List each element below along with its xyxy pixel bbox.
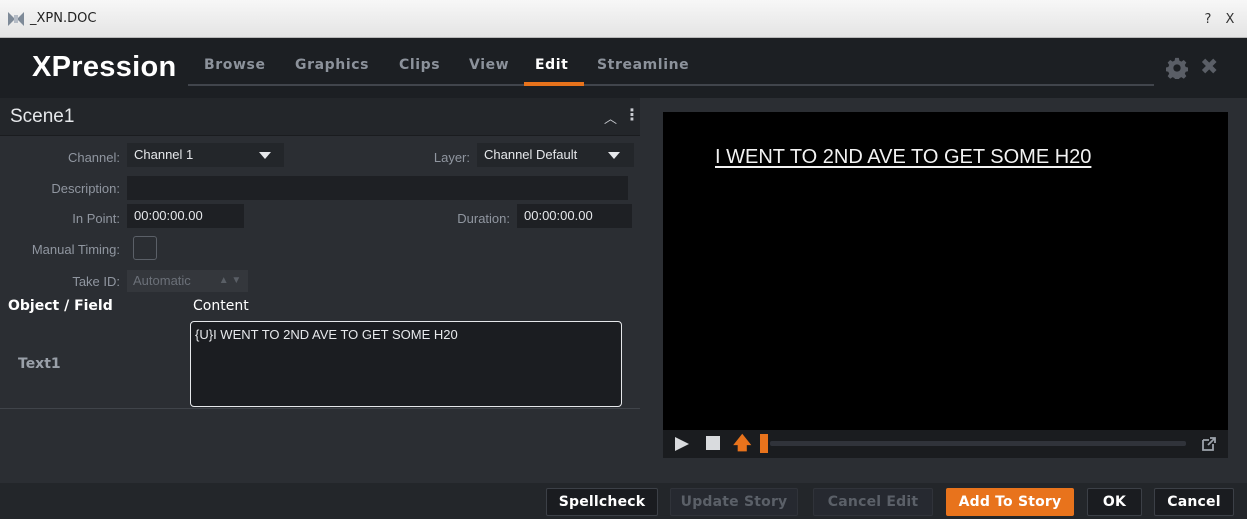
preview-text: I WENT TO 2ND AVE TO GET SOME H20 (715, 146, 1092, 168)
content-text: {U}I WENT TO 2ND AVE TO GET SOME H20 (195, 327, 458, 342)
scene-name: Scene1 (10, 106, 75, 127)
chevron-up-icon[interactable]: ︿ (604, 108, 617, 127)
content-header: Content (193, 298, 249, 314)
brand-title: XPression (32, 51, 177, 83)
layer-value: Channel Default (484, 147, 578, 162)
scene-header: Scene1 ︿ ⋮ (0, 98, 640, 136)
active-tab-indicator (524, 82, 584, 86)
tab-graphics[interactable]: Graphics (295, 57, 369, 73)
cancel-edit-button[interactable]: Cancel Edit (813, 488, 933, 516)
description-label: Description: (51, 181, 120, 196)
chevron-down-icon (608, 152, 620, 159)
tab-view[interactable]: View (469, 57, 509, 73)
cancel-button[interactable]: Cancel (1154, 488, 1234, 516)
window-title-bar: _XPN.DOC ? X (0, 0, 1247, 38)
takeid-field[interactable]: Automatic (127, 270, 212, 292)
playhead-handle[interactable] (760, 434, 768, 453)
layer-label: Layer: (433, 150, 470, 165)
duration-field[interactable]: 00:00:00.00 (517, 204, 632, 228)
tab-edit[interactable]: Edit (535, 57, 568, 73)
tab-bar-divider (188, 84, 1154, 86)
timeline-scrubber[interactable] (770, 441, 1186, 446)
tab-browse[interactable]: Browse (204, 57, 266, 73)
ok-button[interactable]: OK (1087, 488, 1142, 516)
duration-label: Duration: (457, 211, 510, 226)
stop-icon[interactable] (706, 436, 720, 450)
inpoint-value: 00:00:00.00 (134, 208, 203, 223)
spellcheck-button[interactable]: Spellcheck (546, 488, 658, 516)
close-icon[interactable]: ✖ (1200, 55, 1218, 80)
manual-timing-label: Manual Timing: (31, 242, 120, 257)
gear-icon[interactable] (1166, 57, 1188, 79)
app-logo-icon (8, 12, 24, 26)
window-title: _XPN.DOC (30, 11, 97, 26)
kebab-menu-icon[interactable]: ⋮ (624, 105, 640, 125)
inpoint-field[interactable]: 00:00:00.00 (127, 204, 244, 228)
take-arrow-icon[interactable]: 🡅 (733, 431, 752, 461)
tab-clips[interactable]: Clips (399, 57, 440, 73)
channel-label: Channel: (67, 150, 120, 165)
channel-value: Channel 1 (134, 147, 194, 162)
object-field-header: Object / Field (8, 298, 113, 314)
app-header: XPression Browse Graphics Clips View Edi… (0, 38, 1247, 98)
takeid-stepper[interactable]: ▲ ▼ (212, 270, 248, 292)
takeid-value: Automatic (133, 273, 191, 288)
field-name-text1: Text1 (18, 356, 61, 372)
chevron-down-icon (259, 152, 271, 159)
play-icon[interactable] (675, 437, 689, 451)
content-textarea[interactable]: {U}I WENT TO 2ND AVE TO GET SOME H20 (190, 321, 622, 407)
manual-timing-checkbox[interactable] (133, 236, 157, 260)
update-story-button[interactable]: Update Story (670, 488, 798, 516)
help-button[interactable]: ? (1198, 10, 1218, 30)
tab-streamline[interactable]: Streamline (597, 57, 689, 73)
popout-icon[interactable] (1201, 436, 1217, 452)
duration-value: 00:00:00.00 (524, 208, 593, 223)
description-field[interactable] (127, 176, 628, 200)
takeid-label: Take ID: (72, 274, 120, 289)
inpoint-label: In Point: (72, 211, 120, 226)
add-to-story-button[interactable]: Add To Story (946, 488, 1074, 516)
window-close-button[interactable]: X (1220, 10, 1240, 30)
